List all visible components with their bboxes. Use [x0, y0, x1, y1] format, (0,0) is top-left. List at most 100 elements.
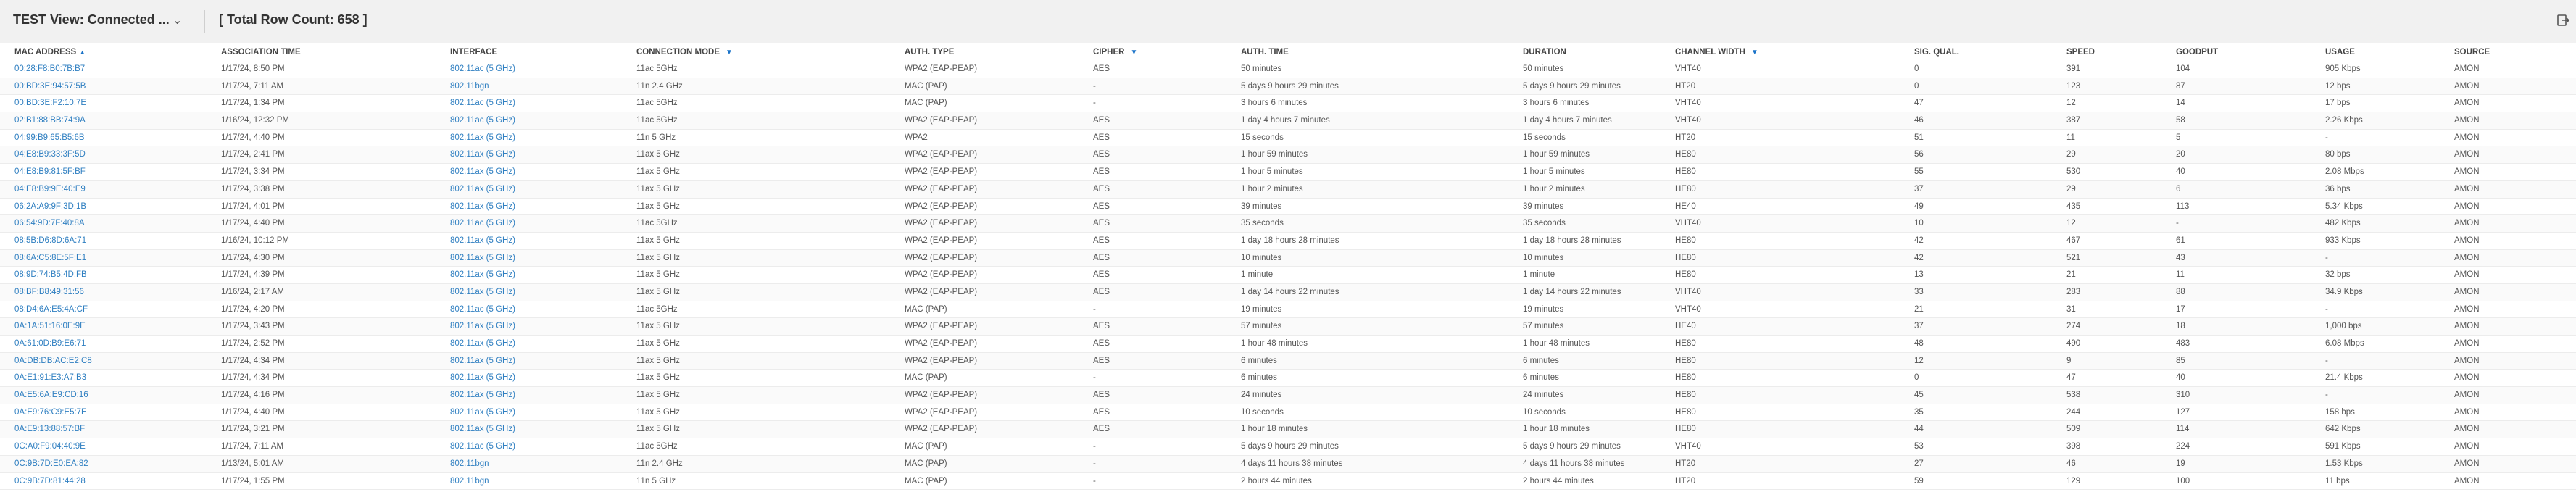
interface-link[interactable]: 802.11ac (5 GHz) [450, 95, 631, 112]
column-header-cipher[interactable]: CIPHER ▼ [1093, 43, 1137, 61]
mac-address-link[interactable]: 0A:E1:91:E3:A7:B3 [14, 370, 210, 386]
interface-link[interactable]: 802.11ac (5 GHz) [450, 112, 631, 129]
table-row[interactable]: 08:5B:D6:8D:6A:71 1/16/24, 10:12 PM 802.11… [0, 232, 2576, 250]
table-row[interactable]: 00:BD:3E:F2:10:7E 1/17/24, 1:34 PM 802.11a… [0, 95, 2576, 113]
table-row[interactable]: 06:2A:A9:9F:3D:1B 1/17/24, 4:01 PM 802.11a… [0, 198, 2576, 216]
interface-link[interactable]: 802.11bgn [450, 473, 631, 490]
column-header-sig[interactable]: SIG. QUAL. [1914, 43, 1959, 61]
interface-link[interactable]: 802.11ax (5 GHz) [450, 336, 631, 352]
table-row[interactable]: 00:28:F8:B0:7B:B7 1/17/24, 8:50 PM 802.11a… [0, 61, 2576, 78]
mac-address-link[interactable]: 0C:A0:F9:04:40:9E [14, 438, 210, 455]
mac-address-link[interactable]: 0C:9B:7D:81:44:28 [14, 473, 210, 490]
table-row[interactable]: 04:99:B9:65:B5:6B 1/17/24, 4:40 PM 802.11a… [0, 129, 2576, 147]
column-header-auth[interactable]: AUTH. TYPE [905, 43, 954, 61]
column-header-duration[interactable]: DURATION [1523, 43, 1566, 61]
mac-address-link[interactable]: 00:BD:3E:F2:10:7E [14, 95, 210, 112]
interface-link[interactable]: 802.11ax (5 GHz) [450, 353, 631, 370]
interface-link[interactable]: 802.11bgn [450, 78, 631, 95]
interface-link[interactable]: 802.11ax (5 GHz) [450, 318, 631, 335]
mac-address-link[interactable]: 04:99:B9:65:B5:6B [14, 130, 210, 146]
table-row[interactable]: 08:9D:74:B5:4D:FB 1/17/24, 4:39 PM 802.11a… [0, 267, 2576, 284]
mac-address-link[interactable]: 06:2A:A9:9F:3D:1B [14, 199, 210, 215]
interface-link[interactable]: 802.11ax (5 GHz) [450, 370, 631, 386]
interface-link[interactable]: 802.11ax (5 GHz) [450, 181, 631, 198]
table-row[interactable]: 0C:A0:F9:04:40:9E 1/17/24, 7:11 AM 802.11a… [0, 438, 2576, 456]
mac-address-link[interactable]: 0A:E9:76:C9:E5:7E [14, 404, 210, 421]
interface-link[interactable]: 802.11ax (5 GHz) [450, 146, 631, 163]
interface-link[interactable]: 802.11ax (5 GHz) [450, 387, 631, 404]
interface-link[interactable]: 802.11ax (5 GHz) [450, 284, 631, 301]
chevron-down-icon[interactable]: ⌄ [173, 13, 182, 28]
table-row[interactable]: 0A:E9:13:88:57:BF 1/17/24, 3:21 PM 802.11a… [0, 421, 2576, 439]
table-row[interactable]: 0A:E1:91:E3:A7:B3 1/17/24, 4:34 PM 802.11a… [0, 370, 2576, 388]
mac-address-link[interactable]: 04:E8:B9:81:5F:BF [14, 164, 210, 180]
table-row[interactable]: 0A:DB:DB:AC:E2:C8 1/17/24, 4:34 PM 802.11a… [0, 352, 2576, 370]
cell-source: AMON [2454, 425, 2480, 434]
column-header-usage[interactable]: USAGE [2325, 43, 2355, 61]
mac-address-link[interactable]: 0C:9B:7D:E0:EA:82 [14, 456, 210, 472]
interface-link[interactable]: 802.11ax (5 GHz) [450, 199, 631, 215]
mac-address-link[interactable]: 0A:E5:6A:E9:CD:16 [14, 387, 210, 404]
filter-icon[interactable]: ▼ [1751, 49, 1758, 57]
export-icon[interactable] [2556, 13, 2573, 30]
table-row[interactable]: 06:54:9D:7F:40:8A 1/17/24, 4:40 PM 802.11a… [0, 215, 2576, 233]
mac-address-link[interactable]: 06:54:9D:7F:40:8A [14, 215, 210, 232]
cell-speed: 509 [2066, 425, 2081, 434]
interface-link[interactable]: 802.11ac (5 GHz) [450, 61, 631, 78]
mac-address-link[interactable]: 0A:DB:DB:AC:E2:C8 [14, 353, 210, 370]
table-row[interactable]: 08:BF:B8:49:31:56 1/16/24, 2:17 AM 802.11a… [0, 283, 2576, 301]
interface-link[interactable]: 802.11ac (5 GHz) [450, 215, 631, 232]
table-row[interactable]: 02:B1:88:BB:74:9A 1/16/24, 12:32 PM 802.11… [0, 112, 2576, 130]
table-row[interactable]: 0A:E5:6A:E9:CD:16 1/17/24, 4:16 PM 802.11a… [0, 387, 2576, 404]
table-row[interactable]: 04:E8:B9:33:3F:5D 1/17/24, 2:41 PM 802.11a… [0, 146, 2576, 164]
table-row[interactable]: 0A:E9:76:C9:E5:7E 1/17/24, 4:40 PM 802.11a… [0, 404, 2576, 422]
mac-address-link[interactable]: 08:5B:D6:8D:6A:71 [14, 233, 210, 249]
table-row[interactable]: 0C:9B:7D:E0:EA:82 1/13/24, 5:01 AM 802.11b… [0, 455, 2576, 473]
interface-link[interactable]: 802.11ax (5 GHz) [450, 130, 631, 146]
interface-link[interactable]: 802.11ax (5 GHz) [450, 404, 631, 421]
column-header-goodput[interactable]: GOODPUT [2176, 43, 2218, 61]
table-row[interactable]: 0A:1A:51:16:0E:9E 1/17/24, 3:43 PM 802.11a… [0, 318, 2576, 336]
mac-address-link[interactable]: 04:E8:B9:33:3F:5D [14, 146, 210, 163]
view-selector[interactable]: TEST View: Connected ... [13, 12, 170, 28]
cell-usage: 1.53 Kbps [2325, 459, 2363, 468]
mac-address-link[interactable]: 0A:61:0D:B9:E6:71 [14, 336, 210, 352]
column-header-width[interactable]: CHANNEL WIDTH ▼ [1675, 43, 1758, 61]
table-row[interactable]: 08:6A:C5:8E:5F:E1 1/17/24, 4:30 PM 802.11a… [0, 249, 2576, 267]
table-row[interactable]: 0A:61:0D:B9:E6:71 1/17/24, 2:52 PM 802.11a… [0, 336, 2576, 353]
column-header-authtime[interactable]: AUTH. TIME [1241, 43, 1289, 61]
column-header-iface[interactable]: INTERFACE [450, 43, 497, 61]
column-header-source[interactable]: SOURCE [2454, 43, 2490, 61]
sort-ascending-icon[interactable]: ▲ [79, 49, 86, 56]
interface-link[interactable]: 802.11ax (5 GHz) [450, 421, 631, 438]
table-row[interactable]: 04:E8:B9:9E:40:E9 1/17/24, 3:38 PM 802.11a… [0, 180, 2576, 199]
interface-link[interactable]: 802.11bgn [450, 456, 631, 472]
mac-address-link[interactable]: 04:E8:B9:9E:40:E9 [14, 181, 210, 198]
mac-address-link[interactable]: 08:6A:C5:8E:5F:E1 [14, 250, 210, 267]
table-row[interactable]: 0C:9B:7D:81:44:28 1/17/24, 1:55 PM 802.11b… [0, 472, 2576, 491]
column-header-mode[interactable]: CONNECTION MODE ▼ [636, 43, 733, 61]
cell-duration: 5 days 9 hours 29 minutes [1523, 442, 1621, 451]
table-row[interactable]: 08:D4:6A:E5:4A:CF 1/17/24, 4:20 PM 802.11a… [0, 301, 2576, 319]
mac-address-link[interactable]: 02:B1:88:BB:74:9A [14, 112, 210, 129]
mac-address-link[interactable]: 08:D4:6A:E5:4A:CF [14, 301, 210, 318]
interface-link[interactable]: 802.11ax (5 GHz) [450, 233, 631, 249]
interface-link[interactable]: 802.11ac (5 GHz) [450, 438, 631, 455]
mac-address-link[interactable]: 00:BD:3E:94:57:5B [14, 78, 210, 95]
interface-link[interactable]: 802.11ax (5 GHz) [450, 164, 631, 180]
table-row[interactable]: 04:E8:B9:81:5F:BF 1/17/24, 3:34 PM 802.11a… [0, 164, 2576, 181]
filter-icon[interactable]: ▼ [726, 49, 733, 57]
mac-address-link[interactable]: 0A:1A:51:16:0E:9E [14, 318, 210, 335]
interface-link[interactable]: 802.11ax (5 GHz) [450, 250, 631, 267]
column-header-assoc[interactable]: ASSOCIATION TIME [221, 43, 301, 61]
mac-address-link[interactable]: 0A:E9:13:88:57:BF [14, 421, 210, 438]
mac-address-link[interactable]: 08:BF:B8:49:31:56 [14, 284, 210, 301]
interface-link[interactable]: 802.11ac (5 GHz) [450, 301, 631, 318]
column-header-mac[interactable]: MAC ADDRESS ▲ [14, 43, 86, 61]
interface-link[interactable]: 802.11ax (5 GHz) [450, 267, 631, 283]
table-row[interactable]: 00:BD:3E:94:57:5B 1/17/24, 7:11 AM 802.11b… [0, 78, 2576, 96]
mac-address-link[interactable]: 08:9D:74:B5:4D:FB [14, 267, 210, 283]
column-header-speed[interactable]: SPEED [2066, 43, 2095, 61]
filter-icon[interactable]: ▼ [1130, 49, 1137, 57]
mac-address-link[interactable]: 00:28:F8:B0:7B:B7 [14, 61, 210, 78]
